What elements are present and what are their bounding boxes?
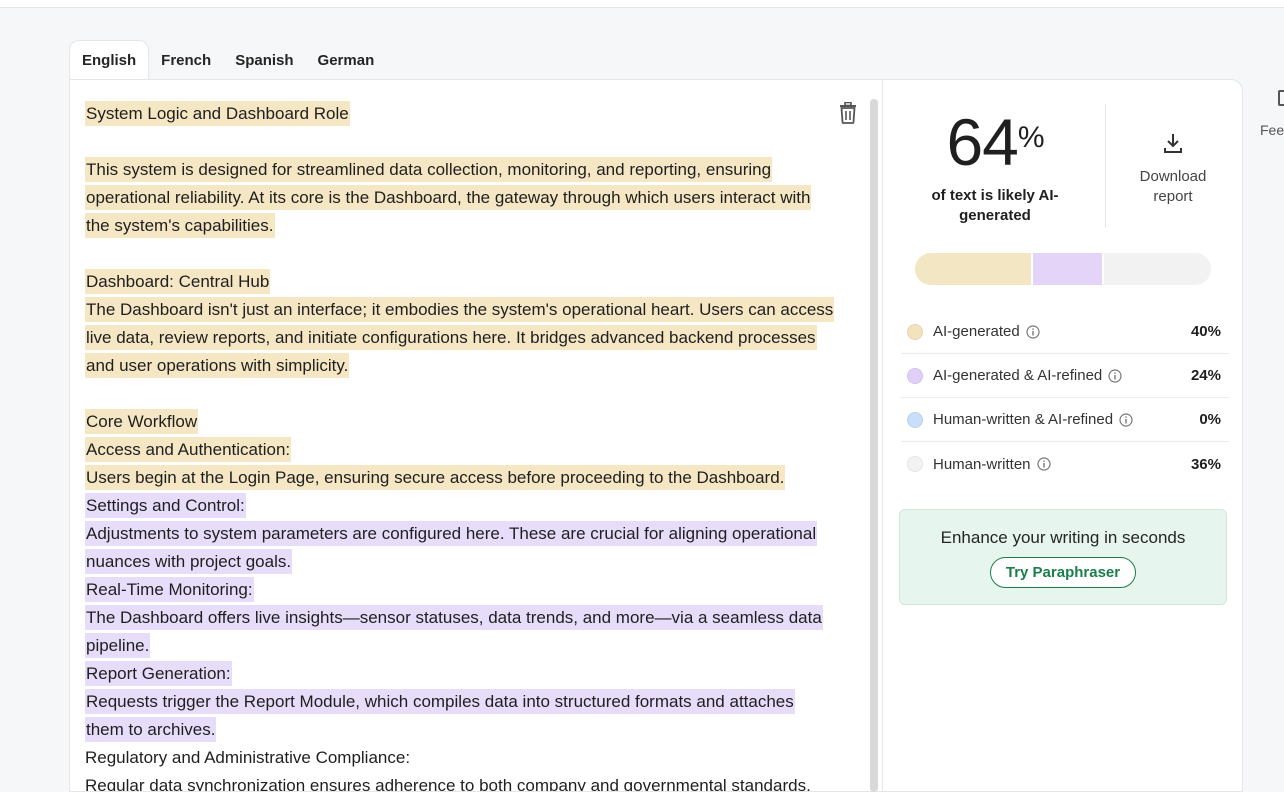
bar-segment [1033,253,1105,285]
score-unit: % [1017,121,1045,154]
info-icon[interactable] [1119,412,1133,427]
editor-line-text: Regulatory and Administrative Compliance… [85,748,411,767]
editor-line-text: Users begin at the Login Page, ensuring … [85,465,786,490]
editor-line-text: The Dashboard offers live insights—senso… [85,605,823,630]
editor-scrollbar[interactable] [870,99,878,792]
editor-line: Dashboard: Central Hub [85,268,825,296]
tab-french[interactable]: French [149,40,223,80]
editor-line: pipeline. [85,632,825,660]
tab-spanish[interactable]: Spanish [223,40,305,80]
feedback-tab[interactable]: Feedback [1258,88,1284,148]
feedback-icon [1278,90,1284,106]
editor-content[interactable]: System Logic and Dashboard Role This syst… [85,100,835,792]
editor-line-text: operational reliability. At its core is … [85,185,812,210]
download-report-button[interactable]: Download report [1123,132,1223,207]
download-icon [1123,132,1223,159]
editor-line: Users begin at the Login Page, ensuring … [85,464,825,492]
divider [1105,104,1106,228]
bar-segment [915,253,1034,285]
feedback-label: Feedback [1260,122,1284,138]
editor-line: Report Generation: [85,660,825,688]
legend: AI-generated 40% AI-generated & AI-refin… [901,310,1229,486]
editor-line-text: pipeline. [85,633,151,658]
editor-line-text: them to archives. [85,717,217,742]
tab-german[interactable]: German [306,40,387,80]
editor-line: This system is designed for streamlined … [85,156,825,184]
results-panel: 64% of text is likely AI-generated Downl… [882,79,1243,792]
info-icon[interactable] [1108,368,1122,383]
info-icon[interactable] [1036,457,1051,471]
promo-headline: Enhance your writing in seconds [940,528,1186,547]
editor-line: live data, review reports, and initiate … [85,324,825,352]
bar-segment [1104,253,1211,285]
editor-line: Requests trigger the Report Module, whic… [85,688,825,716]
editor-line-text: The Dashboard isn't just an interface; i… [85,297,835,322]
try-paraphraser-button[interactable]: Try Paraphraser [989,557,1137,588]
trash-icon[interactable] [838,101,858,124]
editor-line-text: live data, review reports, and initiate … [85,325,817,350]
editor-line-text: Settings and Control: [85,493,246,518]
editor-line-text: Core Workflow [85,409,199,434]
editor-line: the system's capabilities. [85,212,825,240]
editor-line-text: Regular data synchronization ensures adh… [85,776,811,792]
download-label: Download report [1139,168,1207,205]
editor-line-text: Requests trigger the Report Module, whic… [85,689,795,714]
editor-line-text: Adjustments to system parameters are con… [85,521,818,546]
editor-line: operational reliability. At its core is … [85,184,825,212]
editor-line-text: This system is designed for streamlined … [85,157,773,182]
editor-line: Core Workflow [85,408,825,436]
legend-dot [907,411,923,428]
editor-line-text: Real-Time Monitoring: [85,577,254,602]
editor-line-text: System Logic and Dashboard Role [85,101,350,126]
editor-line: Regular data synchronization ensures adh… [85,772,825,792]
legend-dot [907,367,923,384]
info-icon[interactable] [1026,324,1040,339]
legend-dot [907,456,923,472]
editor-line: them to archives. [85,716,825,744]
language-tabs: English French Spanish German [69,40,386,80]
editor-line-text: nuances with project goals. [85,549,293,574]
editor-line: Adjustments to system parameters are con… [85,520,825,548]
editor-line: and user operations with simplicity. [85,352,825,380]
editor-line-text: Dashboard: Central Hub [85,269,271,294]
paraphraser-promo: Enhance your writing in seconds Try Para… [899,509,1227,605]
editor-line: nuances with project goals. [85,548,825,576]
legend-item-human-written: Human-written 36% [901,442,1229,486]
score-value: 64 [946,105,1018,179]
editor-line: System Logic and Dashboard Role [85,100,825,128]
distribution-bar [915,253,1211,285]
score-caption: of text is likely AI-generated [931,187,1059,224]
legend-item-ai-generated: AI-generated 40% [901,310,1229,354]
tab-english[interactable]: English [69,40,150,80]
legend-item-human-ai-refined: Human-written & AI-refined 0% [901,398,1229,442]
editor-line: The Dashboard isn't just an interface; i… [85,296,835,324]
text-editor[interactable]: System Logic and Dashboard Role This syst… [69,79,882,792]
editor-line: Settings and Control: [85,492,825,520]
editor-line: Real-Time Monitoring: [85,576,825,604]
editor-line-text: the system's capabilities. [85,213,275,238]
legend-item-ai-refined: AI-generated & AI-refined 24% [901,354,1229,398]
editor-line: Access and Authentication: [85,436,825,464]
top-bar [0,0,1284,8]
editor-line: Regulatory and Administrative Compliance… [85,744,825,772]
editor-line-text: and user operations with simplicity. [85,353,350,378]
legend-dot [907,323,923,340]
ai-score: 64% of text is likely AI-generated [883,102,1107,226]
editor-line-text: Access and Authentication: [85,437,292,462]
editor-line-text: Report Generation: [85,661,232,686]
editor-line: The Dashboard offers live insights—senso… [85,604,825,632]
